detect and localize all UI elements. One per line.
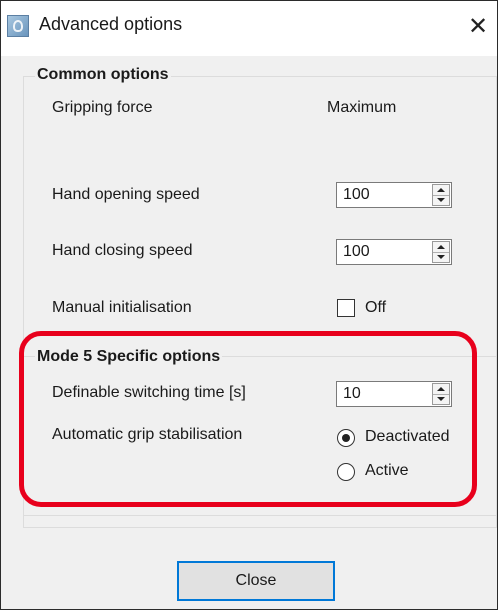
advanced-options-dialog: Advanced options ✕ Common options Grippi… — [0, 0, 498, 610]
switching-time-spinner[interactable]: 10 — [336, 381, 452, 407]
triangle-down-icon — [437, 198, 445, 202]
hand-closing-speed-value[interactable]: 100 — [343, 243, 370, 261]
radio-selected-dot — [342, 434, 350, 442]
hand-opening-speed-spinner[interactable]: 100 — [336, 182, 452, 208]
window-title: Advanced options — [39, 14, 183, 34]
spin-down-button[interactable] — [433, 195, 449, 205]
gripping-force-label: Gripping force — [52, 99, 153, 116]
radio-active-label[interactable]: Active — [365, 462, 409, 480]
manual-initialisation-label: Manual initialisation — [52, 299, 192, 316]
title-bar: Advanced options ✕ — [1, 1, 497, 56]
common-options-title: Common options — [35, 66, 171, 84]
spin-down-button[interactable] — [433, 252, 449, 262]
spinner-buttons — [432, 241, 450, 263]
radio-deactivated[interactable] — [337, 429, 355, 447]
spin-down-button[interactable] — [433, 394, 449, 404]
grip-stabilisation-label: Automatic grip stabilisation — [52, 426, 243, 443]
dialog-content: Common options Gripping force Maximum Ha… — [1, 56, 497, 609]
hand-opening-speed-label: Hand opening speed — [52, 186, 200, 203]
triangle-up-icon — [437, 188, 445, 192]
triangle-up-icon — [437, 245, 445, 249]
manual-initialisation-checkbox[interactable] — [337, 299, 355, 317]
hand-closing-speed-spinner[interactable]: 100 — [336, 239, 452, 265]
triangle-down-icon — [437, 397, 445, 401]
switching-time-label: Definable switching time [s] — [52, 384, 246, 401]
radio-deactivated-label[interactable]: Deactivated — [365, 428, 450, 446]
mode5-options-title: Mode 5 Specific options — [35, 348, 223, 366]
hand-closing-speed-label: Hand closing speed — [52, 242, 193, 259]
app-icon — [7, 15, 29, 37]
triangle-down-icon — [437, 255, 445, 259]
hand-opening-speed-value[interactable]: 100 — [343, 186, 370, 204]
triangle-up-icon — [437, 387, 445, 391]
gripping-force-value: Maximum — [327, 99, 397, 116]
manual-initialisation-checkbox-label[interactable]: Off — [365, 299, 386, 317]
radio-active[interactable] — [337, 463, 355, 481]
spinner-buttons — [432, 184, 450, 206]
close-icon[interactable]: ✕ — [463, 11, 493, 41]
close-button[interactable]: Close — [177, 561, 335, 601]
spinner-buttons — [432, 383, 450, 405]
switching-time-value[interactable]: 10 — [343, 385, 361, 403]
